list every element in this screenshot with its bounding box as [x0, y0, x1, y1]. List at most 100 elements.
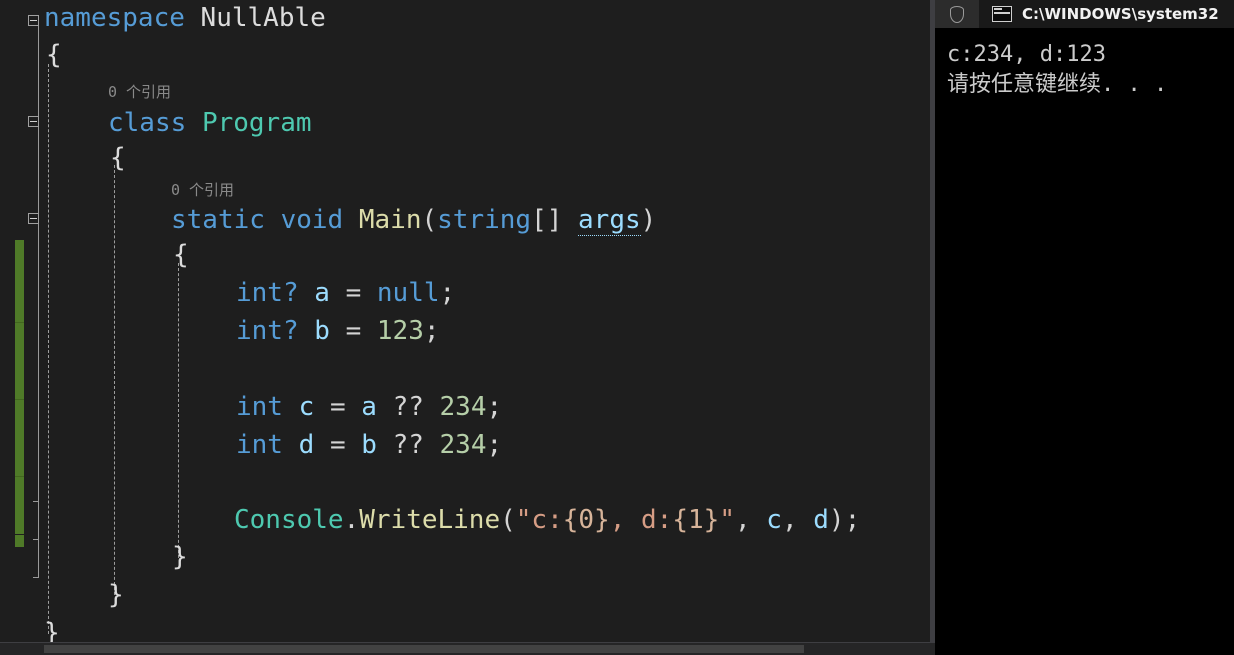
- token-variable-d: d: [298, 430, 315, 460]
- code-line-declare-a[interactable]: int? a = null;: [236, 275, 455, 312]
- token-format-mid: , d:: [609, 505, 673, 535]
- console-titlebar[interactable]: C:\WINDOWS\system32: [935, 0, 1234, 28]
- token-variable-a: a: [361, 392, 377, 422]
- console-output-line: c:234, d:123: [947, 42, 1106, 67]
- token-namespace-keyword: namespace: [44, 3, 185, 33]
- codelens-class-text: 0 个引用: [108, 83, 172, 101]
- token-close-paren: ): [640, 205, 657, 235]
- console-output-area[interactable]: c:234, d:123 请按任意键继续. . .: [935, 28, 1234, 655]
- code-surface[interactable]: namespace NullAble { 0 个引用 class Program…: [0, 0, 935, 655]
- code-editor[interactable]: namespace NullAble { 0 个引用 class Program…: [0, 0, 935, 655]
- token-class-keyword: class: [108, 108, 187, 138]
- token-coalesce-operator: ??: [392, 430, 424, 460]
- token-open-paren: (: [500, 505, 516, 535]
- code-line-method-close-brace[interactable]: }: [172, 539, 188, 576]
- token-close-paren: ): [828, 505, 845, 535]
- token-static-keyword: static: [171, 205, 265, 235]
- token-assign-operator: =: [345, 278, 362, 308]
- codelens-method-text: 0 个引用: [171, 181, 235, 199]
- codelens-method-references[interactable]: 0 个引用: [171, 178, 234, 202]
- horizontal-scrollbar-thumb[interactable]: [44, 645, 804, 653]
- shield-button[interactable]: [935, 0, 979, 28]
- code-line-console-writeline[interactable]: Console.WriteLine("c:{0}, d:{1}", c, d);: [234, 502, 860, 539]
- token-int-keyword: int: [236, 430, 283, 460]
- token-number-234: 234: [439, 392, 487, 422]
- codelens-class-references[interactable]: 0 个引用: [108, 80, 171, 104]
- token-semicolon: ;: [486, 392, 503, 422]
- token-namespace-name: NullAble: [200, 3, 326, 33]
- code-line-declare-b[interactable]: int? b = 123;: [236, 313, 440, 350]
- token-int-keyword: int: [236, 392, 283, 422]
- console-window-title: C:\WINDOWS\system32: [1022, 5, 1219, 23]
- console-window[interactable]: C:\WINDOWS\system32 c:234, d:123 请按任意键继续…: [935, 0, 1234, 655]
- token-string-keyword: string: [437, 205, 532, 235]
- token-semicolon: ;: [844, 505, 861, 535]
- code-line-class[interactable]: class Program: [108, 105, 312, 142]
- token-open-brace: {: [173, 240, 189, 270]
- token-assign-operator: =: [329, 430, 346, 460]
- token-close-brace: }: [172, 542, 188, 572]
- code-line-namespace[interactable]: namespace NullAble: [44, 0, 326, 37]
- token-variable-b: b: [314, 316, 330, 346]
- token-coalesce-operator: ??: [392, 392, 424, 422]
- code-line-main-signature[interactable]: static void Main(string[] args): [171, 202, 656, 239]
- token-void-keyword: void: [280, 205, 344, 235]
- token-int-keyword: int: [236, 278, 283, 308]
- code-line-declare-d[interactable]: int d = b ?? 234;: [236, 427, 502, 464]
- token-number-123: 123: [376, 316, 424, 346]
- token-class-name: Program: [201, 108, 312, 138]
- code-line-declare-c[interactable]: int c = a ?? 234;: [236, 389, 502, 426]
- code-line-method-open-brace[interactable]: {: [173, 237, 189, 274]
- console-window-icon: [992, 6, 1012, 22]
- token-assign-operator: =: [329, 392, 346, 422]
- shield-icon: [950, 5, 964, 23]
- token-semicolon: ;: [486, 430, 503, 460]
- token-main-name: Main: [358, 205, 422, 235]
- token-semicolon: ;: [439, 278, 456, 308]
- token-array-brackets: []: [531, 205, 563, 235]
- editor-horizontal-scrollbar[interactable]: [0, 642, 935, 655]
- code-line-namespace-open-brace[interactable]: {: [46, 37, 62, 74]
- token-null-keyword: null: [376, 278, 440, 308]
- token-format-string-open: "c:: [515, 505, 563, 535]
- token-assign-operator: =: [345, 316, 362, 346]
- token-open-brace: {: [46, 40, 62, 70]
- token-console-type: Console: [234, 505, 344, 535]
- token-args-name: args: [578, 205, 641, 236]
- token-close-brace: }: [108, 580, 124, 610]
- console-output-line: 请按任意键继续. . .: [947, 72, 1168, 97]
- code-line-class-open-brace[interactable]: {: [110, 140, 126, 177]
- token-writeline-method: WriteLine: [359, 505, 501, 535]
- screen-root: namespace NullAble { 0 个引用 class Program…: [0, 0, 1234, 655]
- token-format-arg0: {0}: [562, 505, 610, 535]
- token-open-paren: (: [421, 205, 438, 235]
- token-nullable-mark: ?: [282, 278, 299, 308]
- token-number-234: 234: [439, 430, 487, 460]
- token-format-string-close: ": [719, 505, 735, 535]
- code-line-class-close-brace[interactable]: }: [108, 577, 124, 614]
- token-dot: .: [343, 505, 360, 535]
- token-variable-b: b: [361, 430, 377, 460]
- token-variable-a: a: [314, 278, 330, 308]
- token-comma: ,: [781, 505, 798, 535]
